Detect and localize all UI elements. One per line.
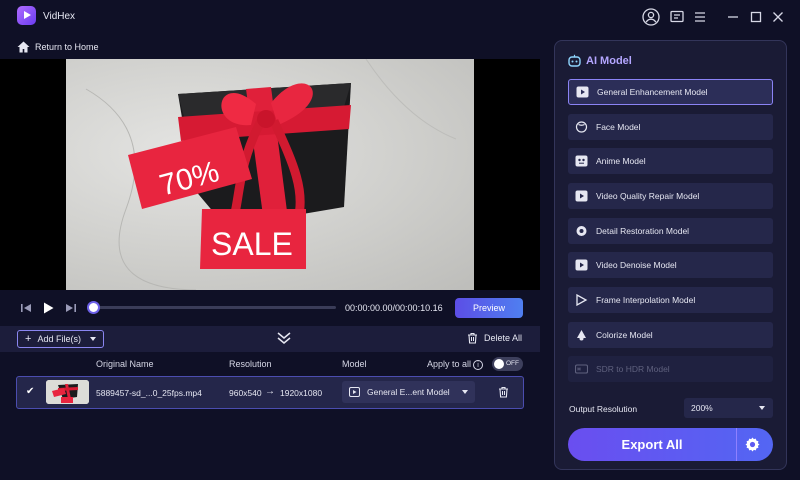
- preview-button[interactable]: Preview: [455, 298, 523, 318]
- home-icon: [17, 41, 30, 53]
- model-sdr-to-hdr: SDR to HDR Model: [568, 356, 773, 382]
- skip-forward-icon[interactable]: [64, 301, 78, 315]
- add-files-button[interactable]: + Add File(s): [17, 330, 104, 348]
- feedback-icon[interactable]: [668, 8, 686, 26]
- menu-icon[interactable]: [691, 8, 709, 26]
- add-files-label: Add File(s): [37, 334, 81, 344]
- info-icon[interactable]: i: [473, 360, 483, 370]
- resolution-from: 960x540: [229, 388, 262, 398]
- progress-track[interactable]: [92, 306, 336, 309]
- skip-back-icon[interactable]: [19, 301, 33, 315]
- output-resolution-select[interactable]: 200%: [684, 398, 773, 418]
- frame-interpolation-icon: [575, 294, 588, 306]
- export-all-button[interactable]: Export All: [568, 428, 773, 461]
- play-icon[interactable]: [41, 301, 55, 315]
- detail-restore-icon: [575, 225, 588, 237]
- app-logo-icon: [17, 6, 36, 25]
- model-video-denoise[interactable]: Video Denoise Model: [568, 252, 773, 278]
- model-label: Colorize Model: [596, 330, 653, 340]
- model-label: SDR to HDR Model: [596, 364, 670, 374]
- hdr-icon: [575, 363, 588, 375]
- output-resolution-value: 200%: [691, 403, 713, 413]
- file-thumbnail: [46, 380, 89, 404]
- model-label: General Enhancement Model: [597, 87, 708, 97]
- ai-model-title-text: AI Model: [586, 54, 632, 67]
- model-face[interactable]: Face Model: [568, 114, 773, 140]
- return-home-label: Return to Home: [35, 42, 99, 52]
- progress-knob[interactable]: [87, 301, 100, 314]
- add-files-dropdown-icon[interactable]: [90, 337, 96, 341]
- model-label: Video Denoise Model: [596, 260, 677, 270]
- video-repair-icon: [575, 190, 588, 202]
- close-icon[interactable]: [769, 8, 787, 26]
- plus-icon: +: [25, 333, 32, 345]
- trash-icon: [468, 332, 477, 344]
- video-enhance-icon: [349, 387, 360, 397]
- timecode: 00:00:00.00/00:00:10.16: [345, 303, 443, 313]
- row-check-icon[interactable]: ✔: [26, 386, 34, 397]
- model-label: Detail Restoration Model: [596, 226, 690, 236]
- export-divider: [736, 428, 737, 461]
- video-preview: 70% SALE: [0, 59, 540, 290]
- model-label: Frame Interpolation Model: [596, 295, 696, 305]
- chevron-down-icon: [759, 406, 765, 410]
- delete-all-button[interactable]: Delete All: [467, 332, 522, 344]
- colorize-icon: [575, 329, 588, 341]
- frame-sale-text: SALE: [211, 226, 293, 262]
- toggle-knob: [494, 359, 504, 369]
- toggle-state: OFF: [506, 360, 519, 367]
- row-model-select[interactable]: General E...ent Model: [342, 381, 475, 403]
- header-apply-to-all: Apply to all: [427, 359, 472, 369]
- row-delete-icon[interactable]: [498, 386, 509, 398]
- video-frame: 70% SALE: [66, 59, 474, 290]
- chevron-down-icon: [462, 390, 468, 394]
- row-model-label: General E...ent Model: [367, 387, 450, 397]
- model-label: Anime Model: [596, 156, 646, 166]
- delete-all-label: Delete All: [484, 333, 523, 343]
- gear-icon[interactable]: [744, 436, 761, 453]
- video-enhance-icon: [576, 86, 589, 98]
- return-home-link[interactable]: Return to Home: [17, 39, 99, 55]
- title-bar: VidHex: [0, 0, 800, 33]
- model-frame-interpolation[interactable]: Frame Interpolation Model: [568, 287, 773, 313]
- account-icon[interactable]: [642, 8, 660, 26]
- model-detail-restoration[interactable]: Detail Restoration Model: [568, 218, 773, 244]
- ai-model-title: AI Model: [568, 54, 632, 67]
- minimize-icon[interactable]: [724, 8, 742, 26]
- model-general-enhancement[interactable]: General Enhancement Model: [568, 79, 773, 105]
- header-model: Model: [342, 359, 367, 369]
- arrow-right-icon: →: [265, 386, 275, 397]
- model-colorize[interactable]: Colorize Model: [568, 322, 773, 348]
- model-video-quality-repair[interactable]: Video Quality Repair Model: [568, 183, 773, 209]
- file-name: 5889457-sd_...0_25fps.mp4: [96, 388, 202, 398]
- output-resolution-label: Output Resolution: [569, 404, 638, 414]
- header-original-name: Original Name: [96, 359, 154, 369]
- model-label: Video Quality Repair Model: [596, 191, 700, 201]
- app-title: VidHex: [43, 11, 76, 22]
- file-list-headers: Original Name Resolution Model Apply to …: [0, 352, 540, 376]
- export-all-label: Export All: [621, 437, 683, 452]
- apply-to-all-toggle[interactable]: OFF: [492, 357, 523, 371]
- video-frame-image: 70% SALE: [85, 59, 457, 290]
- denoise-icon: [575, 259, 588, 271]
- robot-icon: [568, 54, 581, 67]
- maximize-icon[interactable]: [747, 8, 765, 26]
- collapse-chevron-icon[interactable]: [277, 332, 291, 344]
- model-anime[interactable]: Anime Model: [568, 148, 773, 174]
- face-icon: [575, 121, 588, 133]
- resolution-to: 1920x1080: [280, 388, 323, 398]
- header-resolution: Resolution: [229, 359, 272, 369]
- anime-icon: [575, 155, 588, 167]
- model-label: Face Model: [596, 122, 641, 132]
